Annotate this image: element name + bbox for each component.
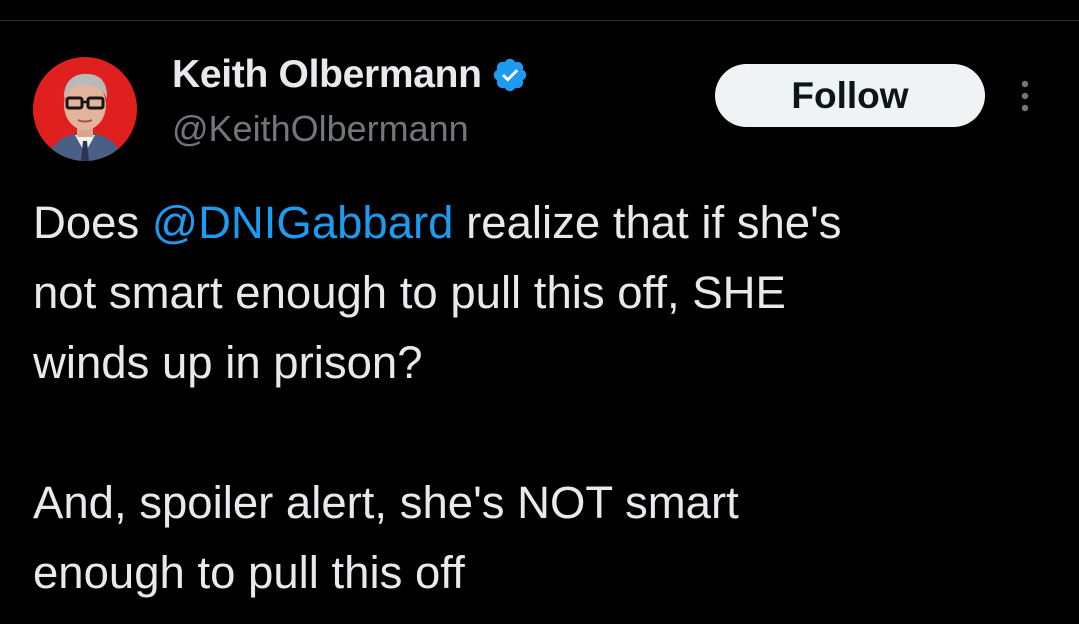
top-divider: [0, 20, 1079, 21]
more-options-button[interactable]: [1010, 74, 1040, 118]
tweet-text-rest: realize that if she's not smart enough t…: [33, 197, 842, 598]
author-display-name[interactable]: Keith Olbermann: [172, 53, 482, 97]
tweet-text-intro: Does: [33, 197, 152, 248]
author-handle[interactable]: @KeithOlbermann: [172, 108, 469, 150]
author-name-row: Keith Olbermann: [172, 52, 529, 98]
follow-button[interactable]: Follow: [715, 64, 985, 127]
profile-photo: [33, 57, 137, 161]
avatar[interactable]: [33, 57, 137, 161]
vertical-ellipsis-icon: [1021, 80, 1029, 112]
tweet-text: Does @DNIGabbard realize that if she's n…: [33, 188, 1053, 608]
mention-link[interactable]: @DNIGabbard: [152, 197, 454, 248]
verified-badge-icon[interactable]: [491, 56, 529, 94]
